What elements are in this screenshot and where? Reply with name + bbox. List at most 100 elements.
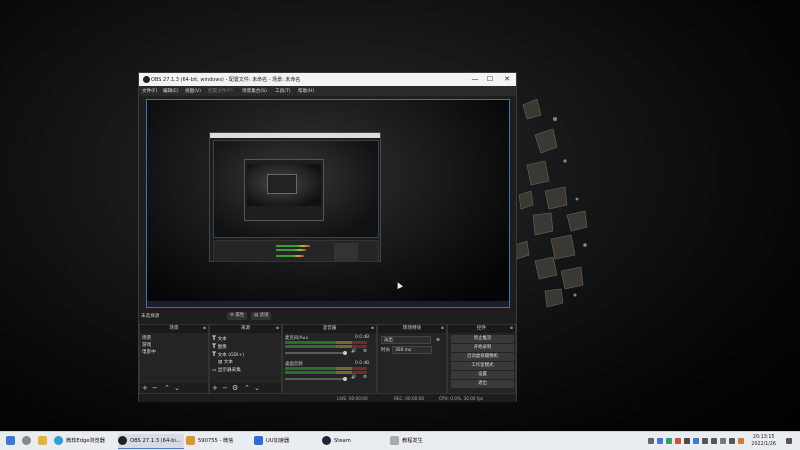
move-down-button[interactable]: ⌄ [174, 383, 180, 393]
studio-mode-button[interactable]: 工作室模式 [451, 362, 514, 370]
keyboard-icon[interactable] [729, 438, 735, 444]
windows-icon [6, 436, 15, 445]
volume-icon[interactable] [711, 438, 717, 444]
maximize-button[interactable]: ☐ [483, 74, 497, 85]
audio-meter [285, 341, 367, 344]
controls-dock: 控件 ▪ 停止推流 开始录制 启动虚拟摄像机 工作室模式 设置 退出 [447, 324, 516, 394]
window-title: OBS 27.1.3 (64-bit, windows) - 配置文件: 未命名… [151, 77, 301, 83]
tray-chevron-icon[interactable] [648, 438, 654, 444]
menu-help[interactable]: 帮助(H) [298, 88, 314, 94]
menu-profile[interactable]: 配置文件(P) [208, 88, 233, 94]
volume-slider[interactable] [285, 352, 345, 354]
source-item[interactable]: T 文本 (GDI+) [212, 351, 244, 358]
uu-icon [254, 436, 263, 445]
search-button[interactable] [22, 434, 34, 449]
mixer-track-db: 0.0 dB [355, 335, 370, 340]
tray-app-icon[interactable] [684, 438, 690, 444]
menu-view[interactable]: 视图(V) [185, 88, 201, 94]
taskbar: 微软Edge浏览器 OBS 27.1.3 (64-bi... 590755 - … [0, 431, 800, 450]
source-item[interactable]: ▭ 显示器采集 [212, 367, 241, 373]
tray-app-icon[interactable] [738, 438, 744, 444]
nested-obs-capture [209, 132, 381, 262]
taskbar-app-obs[interactable]: OBS 27.1.3 (64-bi... [118, 434, 184, 449]
sources-title: 来源 [240, 326, 251, 331]
audio-meter [285, 367, 367, 370]
scene-item[interactable]: 游戏 [142, 342, 151, 348]
menu-bar: 文件(F) 编辑(E) 视图(V) 配置文件(P) 场景集合(S) 工具(T) … [139, 86, 516, 96]
menu-edit[interactable]: 编辑(E) [163, 88, 179, 94]
settings-button[interactable]: 设置 [451, 371, 514, 379]
move-up-button[interactable]: ⌃ [244, 383, 250, 393]
start-button[interactable] [6, 434, 18, 449]
ime-icon[interactable] [720, 438, 726, 444]
source-item[interactable]: T 图像 [212, 343, 227, 350]
notification-icon[interactable] [786, 438, 792, 444]
source-item[interactable]: T 文本 [212, 335, 227, 342]
scene-item[interactable]: 场景 [142, 335, 151, 341]
tray-app-icon[interactable] [666, 438, 672, 444]
tray-app-icon[interactable] [693, 438, 699, 444]
taskbar-app-other[interactable]: 教程发生 [390, 434, 452, 449]
obs-window: OBS 27.1.3 (64-bit, windows) - 配置文件: 未命名… [138, 72, 517, 402]
remove-source-button[interactable]: − [222, 383, 228, 393]
speaker-icon[interactable]: 🔊 [351, 349, 356, 354]
cpu-usage: CPU: 0.0%, 30.00 fps [439, 396, 484, 401]
scenes-title: 场景 [169, 326, 179, 331]
no-source-label: 未选择源 [141, 314, 160, 319]
search-icon [22, 436, 31, 445]
menu-file[interactable]: 文件(F) [142, 88, 157, 94]
scene-item[interactable]: 电影中 [142, 349, 156, 355]
obs-icon [143, 76, 150, 83]
clock-date: 2022/1/26 [751, 442, 776, 447]
volume-slider-knob[interactable] [343, 351, 347, 355]
add-source-button[interactable]: + [212, 383, 218, 393]
clock-time: 20:13:15 [752, 435, 775, 440]
remove-scene-button[interactable]: − [152, 383, 158, 393]
gear-icon[interactable]: ⚙ [363, 375, 367, 380]
volume-slider-knob[interactable] [343, 377, 347, 381]
transition-select[interactable]: 淡出 [381, 336, 431, 344]
desktop: OBS 27.1.3 (64-bit, windows) - 配置文件: 未命名… [0, 0, 800, 450]
steam-icon [322, 436, 331, 445]
source-item[interactable]: ▧ 文本 [218, 359, 233, 365]
scenes-dock: 场景 ▪ 场景 游戏 电影中 + − ⌃ ⌄ [139, 324, 209, 394]
mixer-track-db: 0.0 dB [355, 361, 370, 366]
exit-button[interactable]: 退出 [451, 380, 514, 388]
move-down-button[interactable]: ⌄ [254, 383, 260, 393]
close-button[interactable]: ✕ [500, 74, 514, 85]
audio-mixer-dock: 混音器 ▪ 麦克风/Aux 0.0 dB 🔊 ⚙ 桌面音频 0.0 dB 🔊 ⚙ [282, 324, 377, 394]
add-scene-button[interactable]: + [142, 383, 148, 393]
preview-canvas[interactable] [146, 99, 510, 308]
folder-icon [38, 436, 47, 445]
move-up-button[interactable]: ⌃ [164, 383, 170, 393]
speaker-icon[interactable]: 🔊 [351, 375, 356, 380]
edge-icon [54, 436, 63, 445]
taskbar-app-wechat[interactable]: 590755 - 微信 [186, 434, 248, 449]
file-explorer-button[interactable] [38, 434, 50, 449]
rec-timer: REC: 00:00:00 [394, 396, 425, 401]
source-toolbar: 未选择源 ⚙ 属性 ▤ 滤镜 [139, 310, 516, 321]
taskbar-app-uu[interactable]: UU加速器 [254, 434, 316, 449]
gear-icon[interactable]: ⚙ [363, 349, 367, 354]
clock[interactable]: 20:13:15 2022/1/26 [751, 434, 776, 448]
menu-tools[interactable]: 工具(T) [275, 88, 291, 94]
live-timer: LIVE: 00:00:00 [337, 396, 368, 401]
tray-app-icon[interactable] [657, 438, 663, 444]
duration-label: 时长 [381, 348, 391, 353]
taskbar-app-steam[interactable]: Steam [322, 434, 384, 449]
start-recording-button[interactable]: 开始录制 [451, 344, 514, 352]
network-icon[interactable] [702, 438, 708, 444]
minimize-button[interactable]: — [468, 74, 482, 85]
virtual-camera-button[interactable]: 启动虚拟摄像机 [451, 353, 514, 361]
add-transition-icon[interactable]: ⊕ [436, 338, 440, 343]
volume-slider[interactable] [285, 378, 345, 380]
taskbar-app-edge[interactable]: 微软Edge浏览器 [54, 434, 116, 449]
filters-button[interactable]: ▤ 滤镜 [251, 312, 272, 320]
properties-button[interactable]: ⚙ 属性 [227, 312, 248, 320]
menu-scene-collection[interactable]: 场景集合(S) [242, 88, 267, 94]
duration-input[interactable]: 300 ms [392, 346, 432, 354]
title-bar[interactable]: OBS 27.1.3 (64-bit, windows) - 配置文件: 未命名… [139, 73, 516, 86]
stop-streaming-button[interactable]: 停止推流 [451, 335, 514, 343]
source-settings-icon[interactable]: ⚙ [232, 383, 238, 393]
tray-app-icon[interactable] [675, 438, 681, 444]
